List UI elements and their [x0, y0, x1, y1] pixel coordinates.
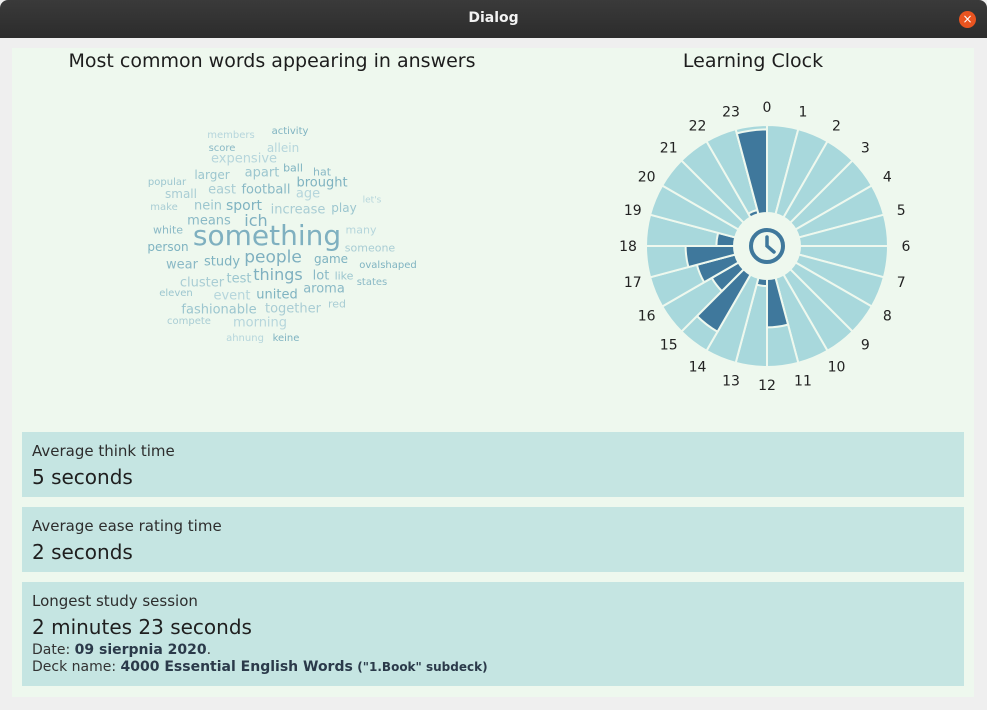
wordcloud-word: people	[244, 247, 302, 268]
wordcloud-word: person	[147, 240, 189, 254]
wordcloud-word: nein	[193, 198, 223, 214]
clock-hour-label: 2	[832, 119, 841, 135]
average-think-time-card: Average think time 5 seconds	[22, 432, 964, 497]
wordcloud-word: age	[295, 186, 321, 202]
clock-hour-label: 0	[763, 100, 772, 116]
clock-icon	[749, 228, 785, 264]
wordcloud-word: like	[334, 269, 354, 283]
wordcloud-word: wear	[166, 257, 198, 273]
wordcloud-word: aroma	[303, 281, 345, 297]
wordcloud-word: someone	[344, 241, 396, 255]
window-title: Dialog	[468, 10, 519, 26]
clock-hour-label: 5	[897, 203, 906, 219]
wordcloud-word: game	[313, 252, 349, 266]
wordcloud-word: ich	[244, 211, 268, 230]
session-deck-value: 4000 Essential English Words	[120, 659, 353, 675]
wordcloud-word: hat	[312, 165, 332, 179]
wordcloud-word: united	[256, 287, 298, 303]
clock-hour-label: 14	[689, 359, 707, 375]
clock-hour-label: 1	[799, 105, 808, 121]
clock-hour-label: 7	[897, 275, 906, 291]
wordcloud-word: study	[203, 254, 241, 270]
wordcloud-word: morning	[232, 315, 288, 331]
wordcloud-word: activity	[271, 126, 309, 137]
wordcloud-word: east	[208, 182, 236, 198]
close-icon: ×	[962, 12, 973, 26]
wordcloud-word: make	[150, 202, 178, 213]
clock-hour-label: 9	[861, 337, 870, 353]
learning-clock-title: Learning Clock	[682, 50, 824, 72]
clock-hour-label: 3	[861, 141, 870, 157]
wordcloud-word: test	[226, 271, 252, 287]
clock-hour-label: 17	[624, 275, 642, 291]
session-date-value: 09 sierpnia 2020	[74, 642, 207, 658]
wordcloud-word: event	[213, 288, 251, 304]
wordcloud-word: score	[208, 143, 236, 154]
session-deck-subdeck: ("1.Book" subdeck)	[357, 660, 488, 674]
wordcloud-word: small	[165, 187, 197, 201]
wordcloud-word: popular	[147, 177, 187, 188]
wordcloud-word: white	[152, 223, 184, 237]
clock-hour-label: 13	[722, 373, 740, 389]
clock-hour-label: 23	[722, 105, 740, 121]
wordcloud-word: members	[207, 130, 255, 141]
wordcloud-word: eleven	[159, 288, 193, 299]
session-date-suffix: .	[206, 642, 212, 658]
average-think-time-value: 5 seconds	[32, 465, 133, 489]
average-ease-time-card: Average ease rating time 2 seconds	[22, 507, 964, 572]
wordcloud-word: compete	[167, 316, 211, 327]
title-bar: Dialog ×	[0, 0, 987, 38]
wordcloud-word: ovalshaped	[359, 260, 417, 271]
close-button[interactable]: ×	[959, 11, 976, 28]
average-ease-time-label: Average ease rating time	[32, 517, 222, 535]
clock-hour-label: 15	[660, 337, 678, 353]
wordcloud-word: lot	[312, 268, 330, 284]
clock-hour-label: 4	[883, 170, 892, 186]
average-think-time-label: Average think time	[32, 442, 175, 460]
clock-hour-label: 6	[902, 239, 911, 255]
wordcloud-word: let's	[362, 195, 382, 206]
clock-hour-label: 16	[638, 309, 656, 325]
clock-hour-label: 10	[828, 359, 846, 375]
session-deck-prefix: Deck name:	[32, 659, 121, 675]
longest-session-value: 2 minutes 23 seconds	[32, 615, 252, 639]
average-ease-time-value: 2 seconds	[32, 540, 133, 564]
clock-hour-label: 21	[660, 141, 678, 157]
session-deck: Deck name: 4000 Essential English Words …	[32, 659, 488, 675]
wordcloud-word: football	[241, 182, 291, 198]
wordcloud-word: ball	[283, 161, 303, 175]
clock-hour-label: 18	[619, 239, 637, 255]
stats-panel: Most common words appearing in answers s…	[12, 48, 974, 697]
wordcloud-word: things	[253, 265, 303, 284]
wordcloud-word: red	[327, 297, 347, 311]
clock-hour-label: 12	[758, 378, 776, 392]
wordcloud: something people things ich sport means nein in…	[12, 48, 552, 428]
session-date: Date: 09 sierpnia 2020.	[32, 642, 211, 658]
wordcloud-word: allein	[266, 141, 300, 155]
longest-session-card: Longest study session 2 minutes 23 secon…	[22, 582, 964, 686]
longest-session-label: Longest study session	[32, 592, 198, 610]
clock-hour-label: 19	[624, 203, 642, 219]
wordcloud-word: states	[356, 277, 388, 288]
wordcloud-word: play	[331, 201, 357, 215]
wordcloud-word: apart	[244, 165, 280, 181]
clock-hour-label: 22	[689, 119, 707, 135]
wordcloud-word: keine	[272, 333, 300, 344]
clock-hour-label: 8	[883, 309, 892, 325]
wordcloud-word: means	[187, 213, 231, 229]
wordcloud-word: together	[265, 301, 321, 317]
wordcloud-word: increase	[270, 202, 326, 218]
wordcloud-word: larger	[194, 168, 230, 182]
wordcloud-word: many	[345, 223, 377, 237]
clock-hour-label: 20	[638, 170, 656, 186]
session-date-prefix: Date:	[32, 642, 75, 658]
wordcloud-word: ahnung	[226, 333, 264, 344]
clock-hour-label: 11	[794, 373, 812, 389]
wordcloud-word: sport	[226, 198, 262, 214]
learning-clock: 0 1234567891011121314151617181920212223	[619, 100, 911, 392]
